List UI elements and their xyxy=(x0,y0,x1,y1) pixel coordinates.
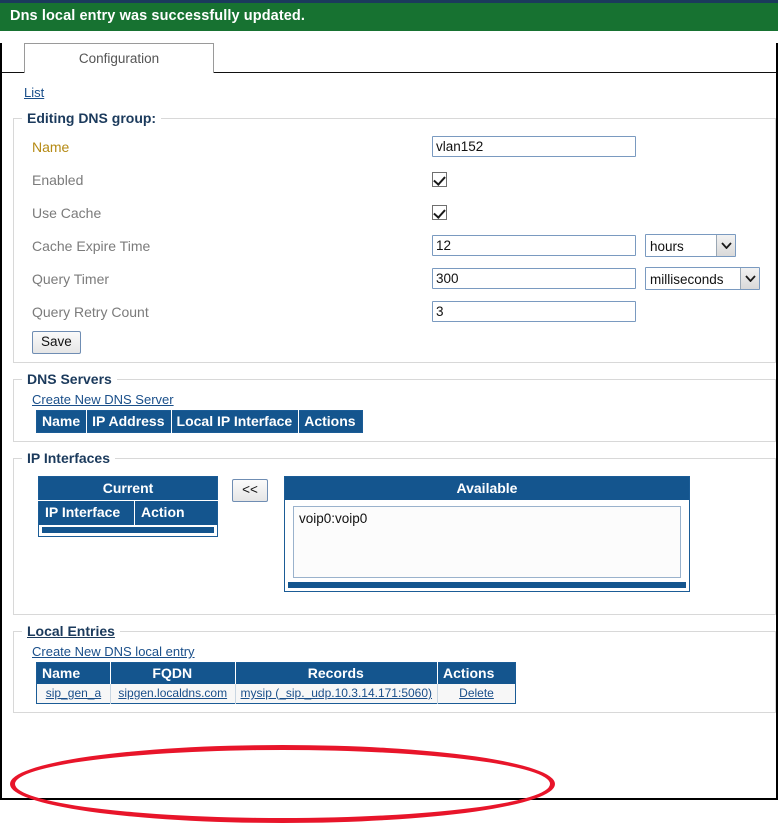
column-records: Records xyxy=(235,663,437,685)
query-timer-input[interactable] xyxy=(432,268,636,289)
label-cache-expire-time: Cache Expire Time xyxy=(32,238,432,254)
available-title: Available xyxy=(285,477,689,500)
cell-name: sip_gen_a xyxy=(37,684,111,704)
flash-message: Dns local entry was successfully updated… xyxy=(0,3,778,31)
page-frame: Configuration List Editing DNS group: Na… xyxy=(0,43,778,800)
column-ip-address: IP Address xyxy=(87,411,171,433)
query-retry-count-input[interactable] xyxy=(432,301,636,322)
available-listbox[interactable]: voip0:voip0 xyxy=(293,506,681,578)
label-query-timer: Query Timer xyxy=(32,271,432,287)
tab-underline-left xyxy=(2,72,24,73)
table-row: sip_gen_a sipgen.localdns.com mysip (_si… xyxy=(37,684,516,704)
ip-interfaces-dual-list: Current IP Interface Action << xyxy=(14,470,775,606)
editing-dns-group-legend: Editing DNS group: xyxy=(22,110,161,126)
ip-interfaces-legend: IP Interfaces xyxy=(22,450,115,466)
table-header-row: Name IP Address Local IP Interface Actio… xyxy=(37,411,363,433)
dns-servers-create-row: Create New DNS Server xyxy=(14,391,775,410)
create-new-dns-server-link[interactable]: Create New DNS Server xyxy=(32,392,174,407)
tab-underline-right xyxy=(214,72,776,73)
local-entries-table-wrap: Name FQDN Records Actions sip_gen_a sipg… xyxy=(14,662,775,704)
column-name: Name xyxy=(37,411,87,433)
current-panel: Current IP Interface Action xyxy=(38,476,218,537)
local-entry-records-link[interactable]: mysip (_sip._udp.10.3.14.171:5060) xyxy=(241,686,432,700)
save-button[interactable]: Save xyxy=(32,331,81,354)
current-ip-interfaces-table: Current IP Interface Action xyxy=(38,476,218,537)
local-entries-table: Name FQDN Records Actions sip_gen_a sipg… xyxy=(36,662,516,704)
chevron-down-icon xyxy=(740,268,759,289)
field-row-cache-expire-time: Cache Expire Time hours xyxy=(14,229,775,262)
dns-servers-legend: DNS Servers xyxy=(22,371,117,387)
current-footer-row xyxy=(39,525,218,537)
field-row-use-cache: Use Cache xyxy=(14,196,775,229)
cache-expire-unit-value: hours xyxy=(646,235,716,256)
cell-fqdn: sipgen.localdns.com xyxy=(110,684,235,704)
local-entries-legend: Local Entries xyxy=(22,623,120,639)
current-title: Current xyxy=(39,477,218,501)
annotation-ellipse-local-entries xyxy=(10,745,555,823)
tab-strip: Configuration xyxy=(2,43,776,73)
available-footer-bar xyxy=(288,582,686,588)
save-row: Save xyxy=(14,331,775,354)
create-new-dns-local-entry-link[interactable]: Create New DNS local entry xyxy=(32,644,195,659)
column-actions: Actions xyxy=(438,663,516,685)
column-ip-interface: IP Interface xyxy=(39,501,135,526)
label-enabled: Enabled xyxy=(32,172,432,188)
dns-servers-fieldset: DNS Servers Create New DNS Server Name I… xyxy=(13,371,776,442)
cache-expire-unit-select[interactable]: hours xyxy=(645,234,736,257)
table-header-row: Name FQDN Records Actions xyxy=(37,663,516,685)
editing-dns-group-fieldset: Editing DNS group: Name Enabled Use Cach… xyxy=(13,110,776,363)
move-left-button[interactable]: << xyxy=(232,479,268,502)
delete-link[interactable]: Delete xyxy=(459,686,494,700)
name-input[interactable] xyxy=(432,136,636,157)
ip-interfaces-fieldset: IP Interfaces Current IP Interface Actio… xyxy=(13,450,776,615)
dns-servers-table: Name IP Address Local IP Interface Actio… xyxy=(36,410,363,433)
local-entries-fieldset: Local Entries Create New DNS local entry… xyxy=(13,623,776,713)
column-name: Name xyxy=(37,663,111,685)
field-row-query-timer: Query Timer milliseconds xyxy=(14,262,775,295)
label-name: Name xyxy=(32,139,432,155)
current-title-row: Current xyxy=(39,477,218,501)
cache-expire-time-input[interactable] xyxy=(432,235,636,256)
cell-records: mysip (_sip._udp.10.3.14.171:5060) xyxy=(235,684,437,704)
content-area: List Editing DNS group: Name Enabled Use… xyxy=(2,73,776,713)
dns-servers-table-wrap: Name IP Address Local IP Interface Actio… xyxy=(14,410,775,433)
local-entries-create-row: Create New DNS local entry xyxy=(14,643,775,662)
list-link-row: List xyxy=(2,73,776,110)
label-query-retry-count: Query Retry Count xyxy=(32,304,432,320)
query-timer-unit-select[interactable]: milliseconds xyxy=(645,267,760,290)
list-link[interactable]: List xyxy=(24,85,44,100)
column-local-ip-interface: Local IP Interface xyxy=(171,411,299,433)
field-row-query-retry-count: Query Retry Count xyxy=(14,295,775,328)
field-row-enabled: Enabled xyxy=(14,163,775,196)
current-header-row: IP Interface Action xyxy=(39,501,218,526)
local-entry-name-link[interactable]: sip_gen_a xyxy=(46,686,101,700)
use-cache-checkbox[interactable] xyxy=(432,205,447,220)
current-footer-bar xyxy=(42,527,214,533)
available-panel: Available voip0:voip0 xyxy=(284,476,690,592)
local-entry-fqdn-link[interactable]: sipgen.localdns.com xyxy=(118,686,227,700)
label-use-cache: Use Cache xyxy=(32,205,432,221)
column-actions: Actions xyxy=(299,411,362,433)
cell-actions: Delete xyxy=(438,684,516,704)
field-row-name: Name xyxy=(14,130,775,163)
column-fqdn: FQDN xyxy=(110,663,235,685)
list-item[interactable]: voip0:voip0 xyxy=(299,510,675,527)
column-action: Action xyxy=(135,501,218,526)
query-timer-unit-value: milliseconds xyxy=(646,268,740,289)
tab-configuration[interactable]: Configuration xyxy=(24,43,214,73)
chevron-down-icon xyxy=(716,235,735,256)
enabled-checkbox[interactable] xyxy=(432,172,447,187)
